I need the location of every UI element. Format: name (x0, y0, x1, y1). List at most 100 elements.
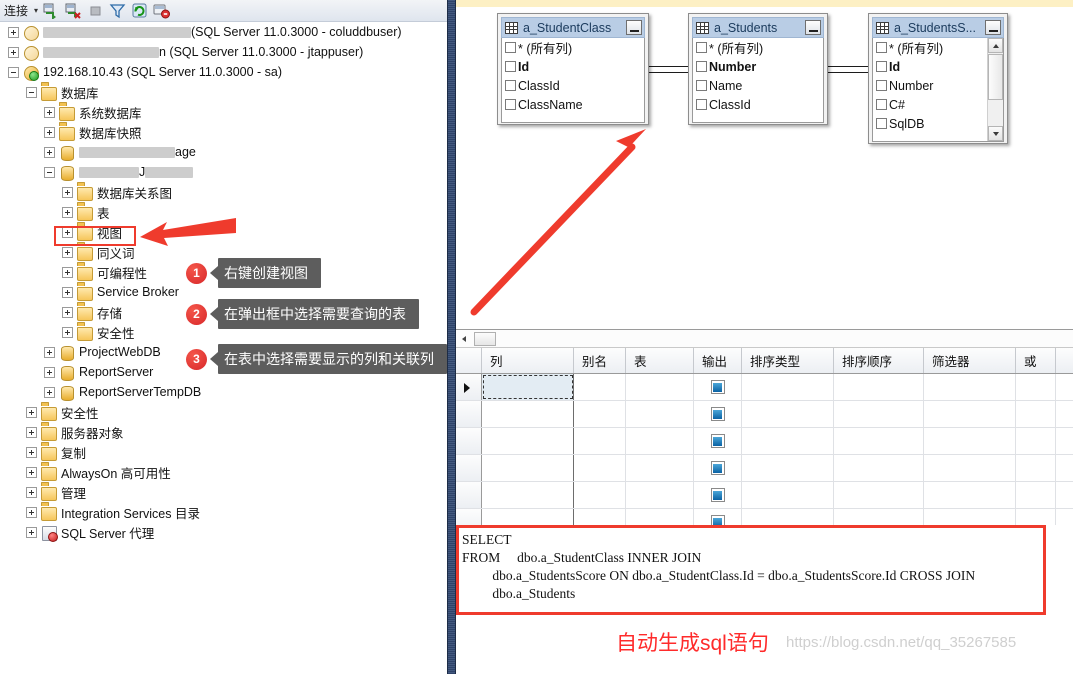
output-checkbox-icon[interactable] (710, 461, 725, 475)
grid-output-cell[interactable] (694, 428, 742, 454)
grid-cell[interactable] (574, 455, 626, 481)
expand-icon[interactable] (26, 486, 37, 498)
grid-header-1[interactable]: 别名 (574, 348, 626, 373)
table-box-a_Students[interactable]: a_Students * (所有列) Number Name ClassId (688, 13, 828, 125)
column-row[interactable]: * (所有列) (502, 38, 644, 57)
table-box-titlebar[interactable]: a_StudentsS... (872, 17, 1004, 38)
expand-icon[interactable] (62, 266, 73, 278)
row-selector[interactable] (456, 509, 482, 525)
grid-cell[interactable] (626, 482, 694, 508)
grid-cell[interactable] (1016, 428, 1056, 454)
grid-header-7[interactable]: 或 (1016, 348, 1056, 373)
grid-row[interactable] (456, 401, 1073, 428)
grid-row[interactable] (456, 455, 1073, 482)
table-box-titlebar[interactable]: a_Students (692, 17, 824, 38)
row-selector[interactable] (456, 374, 482, 400)
grid-cell[interactable] (574, 374, 626, 400)
grid-output-cell[interactable] (694, 509, 742, 525)
expand-icon[interactable] (62, 326, 73, 338)
tree-node-server-objects[interactable]: 服务器对象 (0, 422, 440, 442)
table-column-list[interactable]: * (所有列) Id Number C# SqlDB (872, 38, 1004, 142)
row-selector[interactable] (456, 428, 482, 454)
expand-icon[interactable] (26, 446, 37, 458)
grid-header-3[interactable]: 输出 (694, 348, 742, 373)
output-checkbox-icon[interactable] (710, 380, 725, 394)
agent-disabled-icon[interactable] (153, 2, 171, 19)
grid-cell[interactable] (834, 482, 924, 508)
tree-node-databases[interactable]: 数据库 (0, 82, 440, 102)
grid-horizontal-scrollbar[interactable] (456, 330, 1073, 348)
grid-cell[interactable] (482, 509, 574, 525)
grid-cell[interactable] (834, 509, 924, 525)
column-checkbox[interactable] (696, 80, 707, 91)
table-column-list[interactable]: * (所有列) Id ClassId ClassName (501, 38, 645, 123)
collapse-icon[interactable] (8, 66, 19, 78)
tree-node-server-3[interactable]: 192.168.10.43 (SQL Server 11.0.3000 - sa… (0, 62, 440, 82)
grid-row[interactable] (456, 374, 1073, 401)
grid-cell[interactable] (482, 401, 574, 427)
panel-splitter[interactable] (447, 0, 456, 674)
expand-icon[interactable] (44, 146, 55, 158)
output-checkbox-icon[interactable] (710, 488, 725, 502)
column-checkbox[interactable] (876, 61, 887, 72)
grid-row[interactable] (456, 509, 1073, 525)
grid-cell[interactable] (924, 455, 1016, 481)
grid-row[interactable] (456, 482, 1073, 509)
column-checkbox[interactable] (876, 99, 887, 110)
column-checkbox[interactable] (876, 42, 887, 53)
scrollbar-thumb[interactable] (988, 54, 1003, 100)
grid-cell[interactable] (574, 482, 626, 508)
column-checkbox[interactable] (696, 42, 707, 53)
expand-icon[interactable] (26, 506, 37, 518)
output-checkbox-icon[interactable] (710, 434, 725, 448)
table-box-titlebar[interactable]: a_StudentClass (501, 17, 645, 38)
grid-header-2[interactable]: 表 (626, 348, 694, 373)
expand-icon[interactable] (8, 46, 19, 58)
expand-icon[interactable] (44, 386, 55, 398)
tree-node-server-1[interactable]: (SQL Server 11.0.3000 - coluddbuser) (0, 22, 440, 42)
table-box-a_StudentClass[interactable]: a_StudentClass * (所有列) Id ClassId ClassName (497, 13, 649, 125)
grid-cell[interactable] (1016, 509, 1056, 525)
tree-node-management[interactable]: 管理 (0, 482, 440, 502)
tree-node-db-reportservertempdb[interactable]: ReportServerTempDB (0, 382, 440, 402)
grid-cell[interactable] (1016, 455, 1056, 481)
column-checkbox[interactable] (505, 99, 516, 110)
grid-cell[interactable] (834, 428, 924, 454)
tree-node-integration-services[interactable]: Integration Services 目录 (0, 502, 440, 522)
grid-cell[interactable] (924, 509, 1016, 525)
expand-icon[interactable] (26, 426, 37, 438)
collapse-icon[interactable] (26, 86, 37, 98)
tree-node-db-jatengji[interactable]: J (0, 162, 440, 182)
table-column-list[interactable]: * (所有列) Number Name ClassId (692, 38, 824, 123)
tree-node-database-diagrams[interactable]: 数据库关系图 (0, 182, 440, 202)
scroll-up-icon[interactable] (988, 38, 1003, 53)
column-checkbox[interactable] (696, 99, 707, 110)
tree-node-security[interactable]: 安全性 (0, 402, 440, 422)
grid-cell[interactable] (626, 509, 694, 525)
expand-icon[interactable] (62, 206, 73, 218)
grid-cell[interactable] (924, 482, 1016, 508)
criteria-grid-pane[interactable]: 列别名表输出 排序类型 排序顺序 筛选器或 (456, 329, 1073, 525)
column-row[interactable]: ClassId (502, 76, 644, 95)
column-checkbox[interactable] (505, 80, 516, 91)
table-vertical-scrollbar[interactable] (987, 38, 1003, 141)
grid-output-cell[interactable] (694, 482, 742, 508)
grid-cell[interactable] (482, 455, 574, 481)
grid-cell[interactable] (626, 428, 694, 454)
grid-cell[interactable] (924, 428, 1016, 454)
grid-cell[interactable] (834, 374, 924, 400)
tree-node-db-identityservermanage[interactable]: age (0, 142, 440, 162)
grid-cell[interactable] (742, 509, 834, 525)
tree-node-system-databases[interactable]: 系统数据库 (0, 102, 440, 122)
minimize-button[interactable] (805, 20, 821, 35)
scroll-down-icon[interactable] (988, 126, 1003, 141)
grid-cell[interactable] (742, 374, 834, 400)
tree-node-server-2[interactable]: n (SQL Server 11.0.3000 - jtappuser) (0, 42, 440, 62)
filter-icon[interactable] (109, 2, 126, 19)
column-row[interactable]: * (所有列) (693, 38, 823, 57)
grid-cell[interactable] (834, 401, 924, 427)
grid-cell[interactable] (574, 401, 626, 427)
disconnect-object-explorer-icon[interactable] (65, 2, 82, 19)
chevron-down-icon[interactable]: ▾ (34, 6, 38, 15)
scroll-left-icon[interactable] (456, 331, 472, 347)
